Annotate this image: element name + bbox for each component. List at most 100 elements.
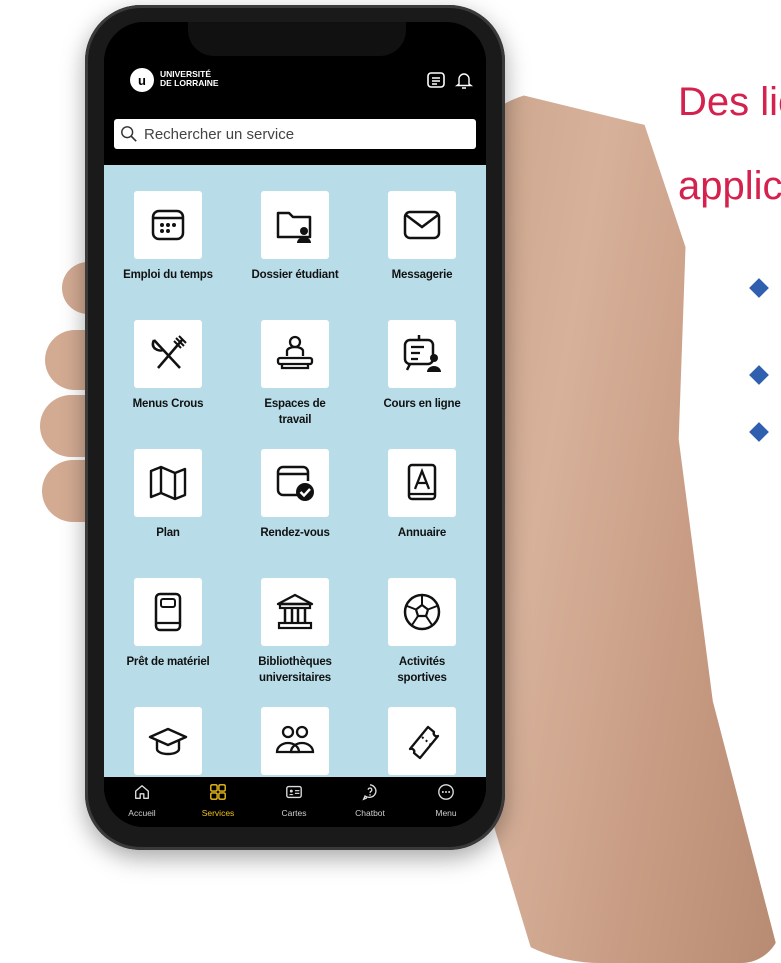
label-line-1: Activités (398, 656, 446, 668)
service-tile-annuaire[interactable]: Annuaire (358, 449, 486, 541)
workspace-icon (276, 335, 314, 370)
service-tile-tickets[interactable] (358, 707, 486, 775)
service-label: Prêt de matériel (104, 654, 232, 670)
label-line-1: Espaces de (264, 398, 326, 410)
graduation-cap-icon (148, 727, 188, 756)
bullet-diamond (749, 278, 769, 298)
search-placeholder: Rechercher un service (144, 125, 295, 143)
service-tile-rendez-vous[interactable]: Rendez-vous (231, 449, 359, 541)
label-line-2: sportives (397, 672, 447, 684)
nav-services[interactable]: Services (180, 783, 256, 818)
service-tile-menus-crous[interactable]: Menus Crous (104, 320, 232, 412)
service-tile-pret-de-materiel[interactable]: Prêt de matériel (104, 578, 232, 670)
news-icon[interactable] (426, 70, 446, 90)
service-tile-activites-sportives[interactable]: Activités sportives (358, 578, 486, 686)
phone-notch (188, 22, 406, 56)
appointment-icon (276, 465, 314, 501)
service-label: Rendez-vous (231, 525, 359, 541)
tile-box (388, 191, 456, 259)
label-line-1: Bibliothèques (258, 656, 332, 668)
label-line-1: Plan (156, 527, 180, 539)
university-logo-text: UNIVERSITÉ DE LORRAINE (160, 70, 220, 88)
folder-user-icon (276, 211, 312, 243)
nav-label: Cartes (281, 808, 307, 818)
calendar-icon (151, 209, 185, 241)
label-line-1: Prêt de matériel (126, 656, 210, 668)
service-tile-dossier-etudiant[interactable]: Dossier étudiant (231, 191, 359, 283)
service-tile-plan[interactable]: Plan (104, 449, 232, 541)
chatbot-icon (362, 784, 377, 801)
tile-box (261, 320, 329, 388)
service-label: Activités sportives (358, 654, 486, 686)
nav-label: Services (201, 808, 235, 818)
bottom-navigation: Accueil Services Cartes Chatbot Menu (104, 777, 486, 827)
service-tile-groups[interactable] (231, 707, 359, 775)
nav-label: Menu (435, 808, 457, 818)
label-line-1: Rendez-vous (260, 527, 330, 539)
logo-text-line-2: DE LORRAINE (160, 78, 219, 88)
search-input[interactable]: Rechercher un service (114, 119, 476, 149)
more-icon (438, 784, 454, 800)
soccer-ball-icon (403, 593, 441, 631)
tile-box (134, 449, 202, 517)
service-label: Espaces de travail (231, 396, 359, 428)
mail-icon (403, 210, 441, 240)
label-line-1: Emploi du temps (123, 269, 213, 281)
tile-box (388, 707, 456, 775)
library-icon (276, 593, 314, 630)
service-label: Dossier étudiant (231, 267, 359, 283)
service-tile-espaces-de-travail[interactable]: Espaces de travail (231, 320, 359, 428)
ticket-icon (408, 725, 440, 760)
home-icon (135, 785, 149, 799)
label-line-1: Cours en ligne (383, 398, 461, 410)
service-tile-emploi-du-temps[interactable]: Emploi du temps (104, 191, 232, 283)
tile-box (134, 578, 202, 646)
service-label: Menus Crous (104, 396, 232, 412)
nav-accueil[interactable]: Accueil (104, 783, 180, 818)
service-label: Cours en ligne (358, 396, 486, 412)
tile-box (261, 578, 329, 646)
tile-box (134, 707, 202, 775)
tile-box (261, 191, 329, 259)
map-icon (149, 465, 187, 501)
tablet-icon (154, 592, 182, 632)
nav-chatbot[interactable]: Chatbot (332, 783, 408, 818)
label-line-1: Messagerie (391, 269, 453, 281)
service-label: Annuaire (358, 525, 486, 541)
id-card-icon (286, 785, 302, 799)
nav-cartes[interactable]: Cartes (256, 783, 332, 818)
nav-label: Chatbot (355, 808, 385, 818)
bullet-diamond (749, 422, 769, 442)
slide-headline: Des lie applic (678, 60, 781, 228)
nav-label: Accueil (128, 808, 156, 818)
tile-box (134, 191, 202, 259)
service-tile-messagerie[interactable]: Messagerie (358, 191, 486, 283)
tile-box (134, 320, 202, 388)
group-icon (275, 725, 315, 754)
tile-box (388, 578, 456, 646)
service-tile-graduation[interactable] (104, 707, 232, 775)
service-tile-cours-en-ligne[interactable]: Cours en ligne (358, 320, 486, 412)
bell-icon[interactable] (454, 70, 474, 90)
tile-box (261, 449, 329, 517)
nav-menu[interactable]: Menu (408, 783, 484, 818)
label-line-1: Menus Crous (132, 398, 204, 410)
services-grid: Emploi du temps Dossier étudiant Message… (104, 165, 486, 777)
fork-knife-icon (151, 335, 187, 369)
phone-screen: u UNIVERSITÉ DE LORRAINE Rechercher un s… (104, 22, 486, 827)
service-tile-bibliotheques[interactable]: Bibliothèques universitaires (231, 578, 359, 686)
online-course-icon (403, 335, 441, 372)
service-label: Emploi du temps (104, 267, 232, 283)
label-line-1: Dossier étudiant (251, 269, 339, 281)
university-logo-icon: u (130, 68, 154, 92)
service-label: Plan (104, 525, 232, 541)
tile-box (388, 320, 456, 388)
service-label: Messagerie (358, 267, 486, 283)
service-label: Bibliothèques universitaires (231, 654, 359, 686)
label-line-1: Annuaire (397, 527, 447, 539)
directory-icon (407, 463, 437, 501)
tile-box (388, 449, 456, 517)
grid-icon (210, 784, 226, 800)
search-icon (121, 126, 137, 142)
headline-line-1: Des lie (678, 80, 781, 124)
